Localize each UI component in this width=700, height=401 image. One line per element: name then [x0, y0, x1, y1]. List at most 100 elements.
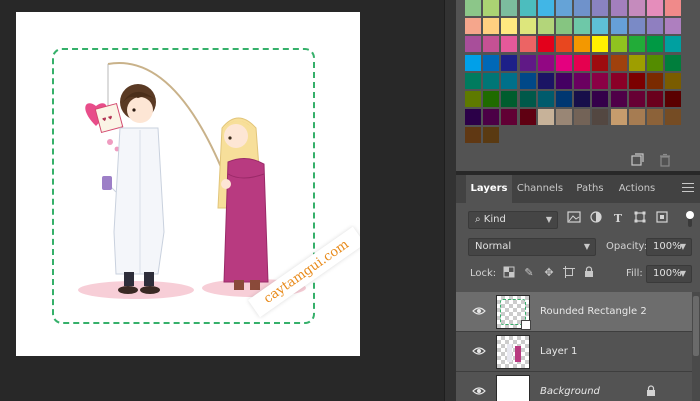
- color-swatch[interactable]: [556, 36, 572, 53]
- color-swatch[interactable]: [537, 109, 554, 126]
- color-swatch[interactable]: [628, 91, 645, 107]
- lock-all-icon[interactable]: [582, 266, 596, 280]
- adjustment-filter-icon[interactable]: [588, 211, 604, 227]
- color-swatch[interactable]: [556, 72, 572, 89]
- color-swatch[interactable]: [519, 36, 536, 53]
- color-swatch[interactable]: [628, 72, 645, 89]
- color-swatch[interactable]: [647, 109, 663, 126]
- color-swatch[interactable]: [537, 0, 554, 16]
- color-swatch[interactable]: [610, 36, 627, 53]
- shape-filter-icon[interactable]: [632, 211, 648, 227]
- panel-menu-icon[interactable]: [682, 183, 694, 193]
- color-swatch[interactable]: [556, 54, 572, 71]
- color-swatch[interactable]: [574, 0, 591, 16]
- color-swatch[interactable]: [628, 0, 645, 16]
- color-swatch[interactable]: [647, 36, 663, 53]
- lock-icon[interactable]: [646, 385, 658, 399]
- color-swatch[interactable]: [556, 0, 572, 16]
- lock-artboard-icon[interactable]: [562, 266, 576, 280]
- color-swatch[interactable]: [501, 109, 518, 126]
- opacity-input[interactable]: 100% ▼: [646, 238, 692, 256]
- tab-paths[interactable]: Paths: [570, 175, 610, 203]
- color-swatch[interactable]: [465, 72, 481, 89]
- color-swatch[interactable]: [519, 91, 536, 107]
- layers-scrollbar[interactable]: [692, 292, 700, 401]
- lock-position-icon[interactable]: ✥: [542, 266, 556, 280]
- color-swatch[interactable]: [483, 54, 500, 71]
- trash-icon[interactable]: [658, 153, 672, 167]
- color-swatch[interactable]: [665, 109, 682, 126]
- color-swatch[interactable]: [465, 36, 481, 53]
- color-swatch[interactable]: [610, 54, 627, 71]
- color-swatch[interactable]: [519, 18, 536, 35]
- type-filter-icon[interactable]: T: [610, 211, 626, 227]
- panel-dock-strip[interactable]: [444, 0, 456, 401]
- tab-actions[interactable]: Actions: [614, 175, 660, 203]
- color-swatch[interactable]: [537, 54, 554, 71]
- image-filter-icon[interactable]: [566, 211, 582, 227]
- color-swatch[interactable]: [592, 0, 609, 16]
- color-swatch[interactable]: [519, 54, 536, 71]
- color-swatch[interactable]: [665, 0, 682, 16]
- color-swatch[interactable]: [483, 36, 500, 53]
- color-swatch[interactable]: [647, 91, 663, 107]
- new-swatch-icon[interactable]: [630, 153, 644, 167]
- color-swatch[interactable]: [465, 54, 481, 71]
- visibility-eye-icon[interactable]: [472, 386, 486, 396]
- color-swatch[interactable]: [465, 109, 481, 126]
- color-swatch[interactable]: [665, 72, 682, 89]
- smart-object-filter-icon[interactable]: [654, 211, 670, 227]
- color-swatch[interactable]: [537, 91, 554, 107]
- color-swatch[interactable]: [647, 72, 663, 89]
- color-swatch[interactable]: [574, 18, 591, 35]
- color-swatch[interactable]: [537, 36, 554, 53]
- color-swatch[interactable]: [592, 36, 609, 53]
- color-swatch[interactable]: [519, 109, 536, 126]
- color-swatch[interactable]: [483, 127, 500, 144]
- layer-row-background[interactable]: Background: [456, 372, 692, 401]
- color-swatch[interactable]: [483, 91, 500, 107]
- color-swatch[interactable]: [574, 36, 591, 53]
- layer-name[interactable]: Rounded Rectangle 2: [540, 292, 647, 332]
- layer-name[interactable]: Background: [540, 372, 600, 401]
- color-swatch[interactable]: [592, 91, 609, 107]
- tab-layers[interactable]: Layers: [466, 175, 512, 203]
- color-swatch[interactable]: [556, 18, 572, 35]
- color-swatch[interactable]: [501, 91, 518, 107]
- document-canvas[interactable]: ♥ ♥ caytamgui.com: [16, 12, 360, 356]
- color-swatch[interactable]: [647, 54, 663, 71]
- color-swatch[interactable]: [610, 72, 627, 89]
- canvas-area[interactable]: ♥ ♥ caytamgui.com: [0, 0, 455, 401]
- color-swatch[interactable]: [610, 91, 627, 107]
- color-swatch[interactable]: [574, 91, 591, 107]
- color-swatch[interactable]: [556, 91, 572, 107]
- color-swatch[interactable]: [628, 18, 645, 35]
- color-swatch[interactable]: [628, 36, 645, 53]
- color-swatch[interactable]: [519, 72, 536, 89]
- color-swatch[interactable]: [665, 18, 682, 35]
- color-swatch[interactable]: [483, 109, 500, 126]
- color-swatch[interactable]: [592, 54, 609, 71]
- color-swatch[interactable]: [628, 109, 645, 126]
- color-swatch[interactable]: [647, 18, 663, 35]
- color-swatch[interactable]: [647, 0, 663, 16]
- color-swatch[interactable]: [610, 109, 627, 126]
- filter-toggle[interactable]: [686, 211, 694, 229]
- color-swatch[interactable]: [501, 54, 518, 71]
- color-swatch[interactable]: [610, 18, 627, 35]
- color-swatch[interactable]: [592, 72, 609, 89]
- lock-pixels-icon[interactable]: ✎: [522, 266, 536, 280]
- color-swatch[interactable]: [574, 109, 591, 126]
- layer-row-layer-1[interactable]: Layer 1: [456, 332, 692, 372]
- color-swatch[interactable]: [501, 72, 518, 89]
- visibility-eye-icon[interactable]: [472, 306, 486, 316]
- color-swatch[interactable]: [483, 72, 500, 89]
- color-swatch[interactable]: [501, 36, 518, 53]
- color-swatch[interactable]: [483, 0, 500, 16]
- color-swatch[interactable]: [665, 36, 682, 53]
- color-swatch[interactable]: [465, 0, 481, 16]
- color-swatch[interactable]: [519, 0, 536, 16]
- blend-mode-select[interactable]: Normal ▼: [468, 238, 596, 256]
- color-swatch[interactable]: [665, 91, 682, 107]
- color-swatch[interactable]: [665, 54, 682, 71]
